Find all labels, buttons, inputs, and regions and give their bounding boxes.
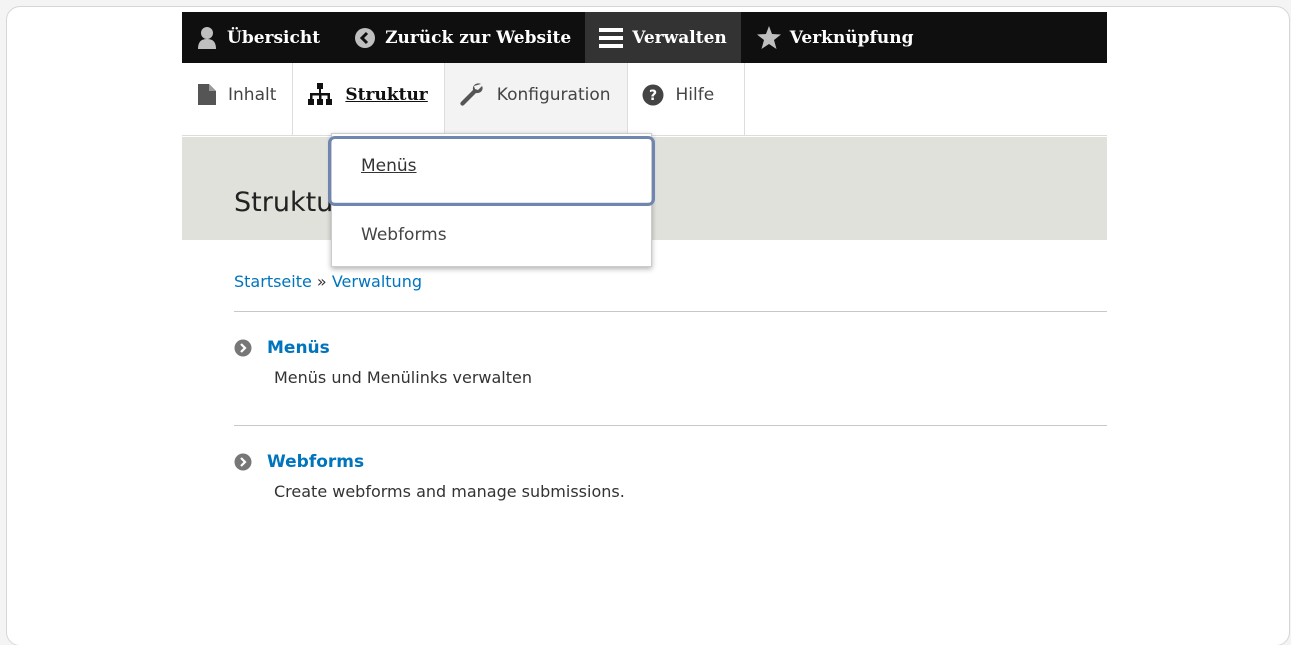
breadcrumb-home-link[interactable]: Startseite [234, 272, 312, 291]
dropdown-item-label: Webforms [361, 224, 447, 245]
svg-text:?: ? [648, 88, 656, 104]
entry-title-link[interactable]: Menüs [267, 338, 330, 358]
arrow-right-circle-icon [234, 453, 252, 471]
dropdown-item-menus[interactable]: Menüs [332, 134, 651, 198]
chevron-left-circle-icon [354, 27, 376, 49]
breadcrumb-current-link[interactable]: Verwaltung [332, 272, 422, 291]
entry-description: Create webforms and manage submissions. [274, 482, 625, 501]
tray-item-configuration[interactable]: Konfiguration [444, 63, 628, 135]
tray-item-content[interactable]: Inhalt [182, 63, 294, 135]
admin-toolbar: Übersicht Zurück zur Website Verwalten V… [182, 12, 1107, 63]
sitemap-icon [307, 83, 333, 106]
tray-item-structure[interactable]: Struktur [293, 63, 445, 135]
dropdown-item-label: Menüs [361, 156, 417, 176]
wrench-icon [459, 82, 485, 108]
divider [234, 311, 1107, 312]
arrow-right-circle-icon [234, 339, 252, 357]
toolbar-item-back-to-site[interactable]: Zurück zur Website [334, 12, 585, 63]
user-icon [196, 26, 218, 50]
entry-title-link[interactable]: Webforms [267, 452, 364, 472]
entry-description: Menüs und Menülinks verwalten [274, 368, 533, 387]
structure-dropdown-menu: Menüs Webforms [328, 133, 655, 267]
star-icon [756, 26, 781, 49]
tray-item-label: Struktur [345, 84, 428, 105]
toolbar-item-label: Zurück zur Website [385, 27, 572, 48]
admin-entry-webforms: Webforms Create webforms and manage subm… [234, 452, 1107, 501]
toolbar-item-label: Verwalten [632, 27, 727, 48]
toolbar-item-label: Verknüpfung [789, 27, 914, 48]
toolbar-item-label: Übersicht [227, 27, 321, 48]
tray-item-label: Konfiguration [496, 84, 611, 105]
document-icon [198, 84, 216, 105]
hamburger-menu-icon [599, 27, 624, 49]
admin-entry-menus: Menüs Menüs und Menülinks verwalten [234, 338, 1107, 387]
toolbar-item-shortcuts[interactable]: Verknüpfung [741, 12, 928, 63]
tray-item-help[interactable]: ? Hilfe [628, 63, 746, 135]
divider [234, 425, 1107, 426]
toolbar-tray: Inhalt Struktur Konfiguration ? Hilfe [182, 63, 1107, 136]
dropdown-item-webforms[interactable]: Webforms [332, 202, 651, 266]
breadcrumb: Startseite » Verwaltung [234, 272, 422, 291]
tray-item-label: Hilfe [675, 84, 715, 105]
help-icon: ? [642, 84, 664, 106]
breadcrumb-separator: » [316, 272, 327, 291]
tray-item-label: Inhalt [228, 84, 277, 105]
page-title: Struktur [234, 187, 345, 218]
toolbar-item-overview[interactable]: Übersicht [182, 12, 334, 63]
toolbar-item-manage[interactable]: Verwalten [585, 12, 741, 63]
